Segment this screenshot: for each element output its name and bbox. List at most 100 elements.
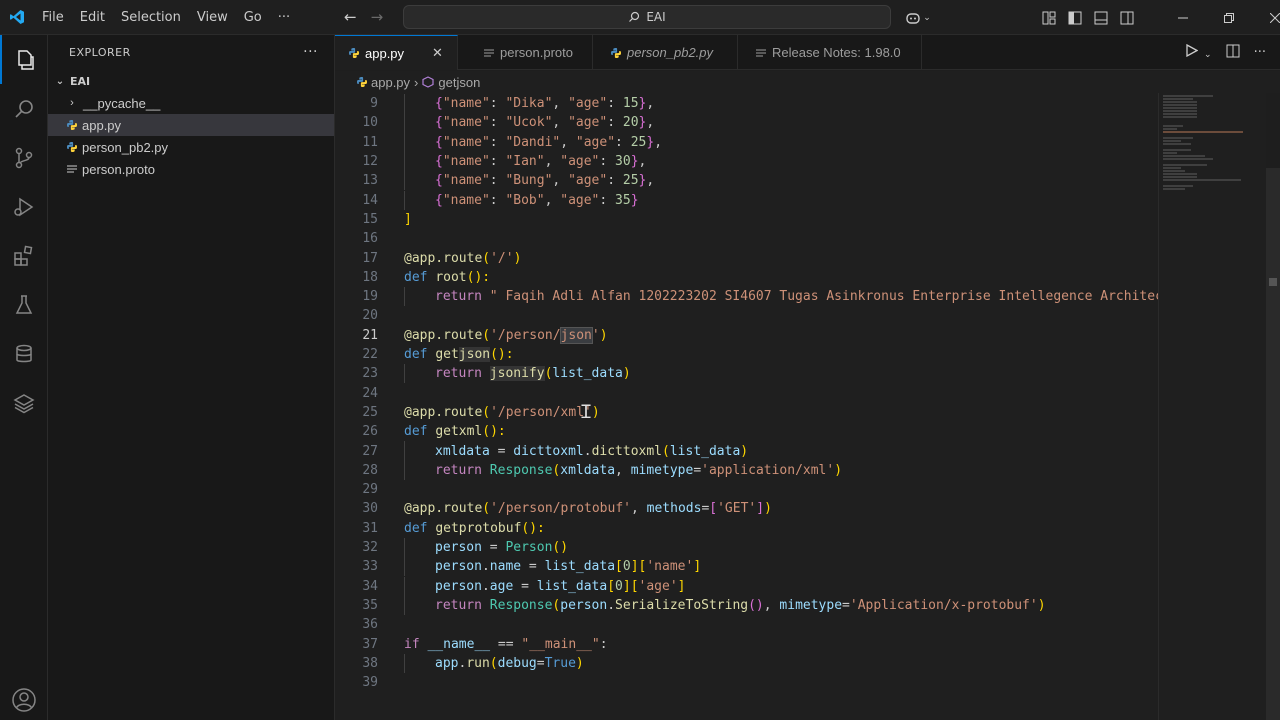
line-number: 23 <box>362 366 378 382</box>
customize-layout-icon[interactable] <box>1036 11 1062 25</box>
breadcrumb-symbol[interactable]: getjson <box>438 75 480 90</box>
code-line: 10 {"name": "Ucok", "age": 20}, <box>335 113 1158 133</box>
line-number: 31 <box>362 520 378 536</box>
breadcrumb-file[interactable]: app.py <box>371 75 410 90</box>
minimap[interactable] <box>1158 93 1266 720</box>
source-control-icon[interactable] <box>0 133 48 182</box>
tree-item-app-py[interactable]: app.py <box>48 114 334 136</box>
python-file-icon <box>611 47 621 58</box>
tab-person-pb2-py[interactable]: person_pb2.py <box>593 35 738 70</box>
menu-go[interactable]: Go <box>236 10 270 25</box>
minimize-icon[interactable] <box>1160 13 1206 23</box>
toggle-panel-icon[interactable] <box>1088 11 1114 25</box>
extensions-icon[interactable] <box>0 231 48 280</box>
menu-edit[interactable]: Edit <box>72 10 113 25</box>
text-file-icon <box>756 49 766 56</box>
account-icon[interactable] <box>0 680 48 720</box>
tab-label: Release Notes: 1.98.0 <box>772 45 901 60</box>
search-icon <box>629 11 640 22</box>
explorer-icon[interactable] <box>0 35 48 84</box>
copilot-icon[interactable]: ⌄ <box>900 11 936 25</box>
line-number: 34 <box>362 578 378 594</box>
text-file-icon <box>67 165 77 173</box>
layers-icon[interactable] <box>0 378 48 427</box>
text-cursor-icon: Ｉ <box>577 402 595 423</box>
line-number: 15 <box>362 211 378 227</box>
tab-person-proto[interactable]: person.proto <box>458 35 593 70</box>
tab-release-notes[interactable]: Release Notes: 1.98.0 <box>738 35 922 70</box>
tree-item-label: __pycache__ <box>83 95 161 111</box>
line-code: {"name": "Bob", "age": 35} <box>435 192 639 208</box>
run-debug-icon[interactable] <box>0 182 48 231</box>
line-number: 38 <box>362 655 378 671</box>
explorer-header: EXPLORER ··· <box>48 35 334 70</box>
python-file-icon <box>357 77 367 87</box>
breadcrumb: app.py › getjson <box>335 71 1280 93</box>
line-number: 30 <box>362 501 378 517</box>
tree-item-pycache[interactable]: › __pycache__ <box>48 92 334 114</box>
code-line: 27 xmldata = dicttoxml.dicttoxml(list_dat… <box>335 441 1158 461</box>
tab-label: app.py <box>365 45 405 61</box>
line-number: 32 <box>362 540 378 556</box>
line-number: 14 <box>362 192 378 208</box>
chevron-right-icon: › <box>414 74 419 90</box>
command-center-search[interactable]: EAI <box>403 5 891 29</box>
selection-highlight: json <box>559 326 593 344</box>
line-number: 9 <box>370 96 378 112</box>
code-line: 21 @app.route('/person/json') <box>335 326 1158 345</box>
line-code: app.run(debug=True) <box>435 655 584 671</box>
code-line: 26 def getxml(): <box>335 422 1158 441</box>
line-number: 21 <box>362 327 378 343</box>
menu-file[interactable]: File <box>34 10 72 25</box>
split-editor-icon[interactable] <box>1226 44 1240 62</box>
code-line: 31 def getprotobuf(): <box>335 519 1158 538</box>
code-editor[interactable]: 9 {"name": "Dika", "age": 15}, 10 {"name":… <box>335 93 1158 720</box>
close-icon[interactable]: ✕ <box>432 45 443 61</box>
line-code: def getxml(): <box>404 424 506 440</box>
search-icon[interactable] <box>0 84 48 133</box>
editor-tabs: app.py ✕ person.proto person_pb2.py Rele… <box>335 35 1280 70</box>
line-code: def getprotobuf(): <box>404 520 545 536</box>
menu-more[interactable]: ··· <box>270 10 298 25</box>
indent-guide <box>404 576 405 596</box>
line-code: def getjson(): <box>404 347 514 363</box>
menu-selection[interactable]: Selection <box>113 10 189 25</box>
code-line: 9 {"name": "Dika", "age": 15}, <box>335 94 1158 114</box>
back-arrow-icon[interactable]: ← <box>344 8 357 26</box>
more-actions-icon[interactable]: ··· <box>1254 45 1266 60</box>
menu-view[interactable]: View <box>189 10 236 25</box>
line-number: 29 <box>362 482 378 498</box>
tree-item-person-proto[interactable]: person.proto <box>48 158 334 180</box>
workspace-folder[interactable]: ⌄ EAI <box>48 70 334 92</box>
explorer-sidebar: EXPLORER ··· ⌄ EAI › __pycache__ app.py … <box>48 35 335 720</box>
code-line: 15] <box>335 210 1158 229</box>
restore-icon[interactable] <box>1206 12 1252 23</box>
line-code: person.name = list_data[0]['name'] <box>435 559 702 575</box>
close-window-icon[interactable] <box>1252 12 1280 23</box>
line-code: {"name": "Ian", "age": 30}, <box>435 154 647 170</box>
code-line: 11 {"name": "Dandi", "age": 25}, <box>335 132 1158 152</box>
indent-guide <box>404 460 405 480</box>
database-icon[interactable] <box>0 329 48 378</box>
vertical-scrollbar[interactable] <box>1266 168 1280 720</box>
run-python-icon[interactable]: ⌄ <box>1186 43 1212 61</box>
tree-item-person-pb2-py[interactable]: person_pb2.py <box>48 136 334 158</box>
code-line: 20 <box>335 306 1158 325</box>
code-line: 16 <box>335 229 1158 248</box>
code-line: 28 return Response(xmldata, mimetype='app… <box>335 460 1158 480</box>
line-number: 26 <box>362 424 378 440</box>
toggle-sidebar-icon[interactable] <box>1062 11 1088 25</box>
line-code: return Response(xmldata, mimetype='appli… <box>435 462 843 478</box>
indent-guide <box>404 151 405 172</box>
line-code: {"name": "Dika", "age": 15}, <box>435 96 655 112</box>
toggle-secondary-sidebar-icon[interactable] <box>1114 11 1140 25</box>
testing-icon[interactable] <box>0 280 48 329</box>
tab-app-py[interactable]: app.py ✕ <box>335 35 458 70</box>
python-file-icon <box>67 142 77 152</box>
scrollbar-thumb[interactable] <box>1269 278 1277 286</box>
explorer-more-actions[interactable]: ··· <box>303 44 318 60</box>
forward-arrow-icon[interactable]: → <box>371 8 384 26</box>
line-code: {"name": "Bung", "age": 25}, <box>435 173 655 189</box>
chevron-right-icon: › <box>70 97 74 109</box>
code-line: 18 def root(): <box>335 268 1158 287</box>
